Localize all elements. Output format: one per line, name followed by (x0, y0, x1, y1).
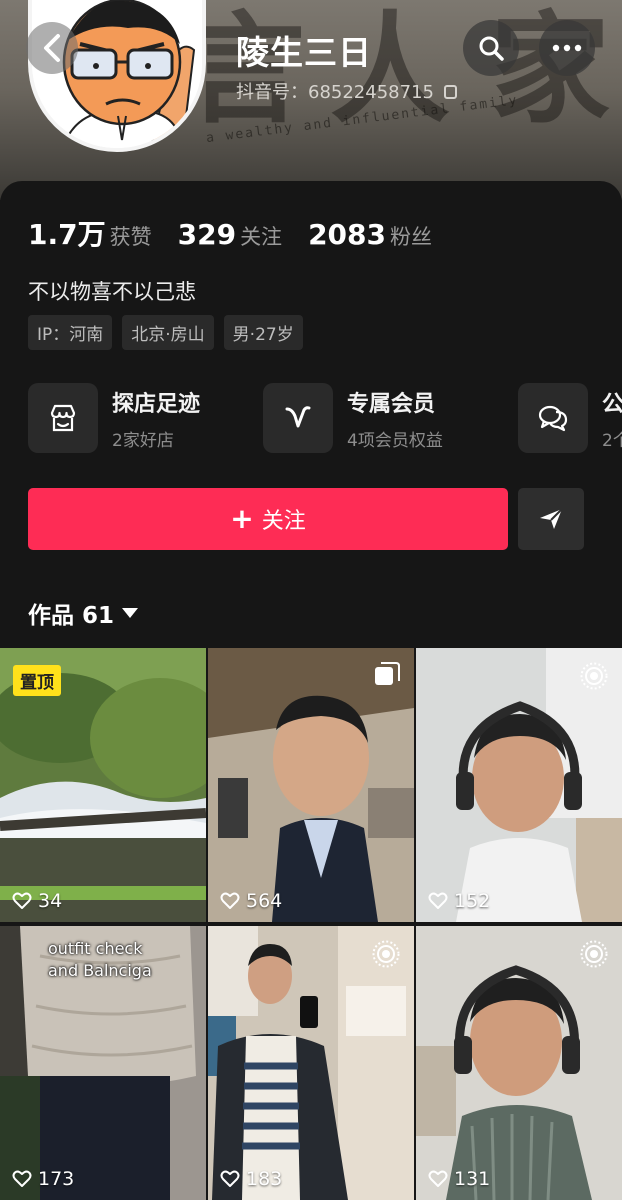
video-grid: 置顶 34 564 152 outfit check and Balnciga … (0, 648, 622, 1200)
profile-tags: IP：河南 北京·房山 男·27岁 (28, 315, 303, 350)
stat-following[interactable]: 329 关注 (178, 218, 282, 251)
heart-icon (12, 892, 32, 909)
likes-count: 131 (454, 1168, 491, 1190)
more-button[interactable] (539, 20, 595, 76)
follow-label: 关注 (261, 509, 306, 534)
service-subtitle: 4项会员权益 (347, 430, 443, 451)
likes-count: 152 (454, 890, 491, 912)
video-tile[interactable]: 183 (208, 926, 414, 1200)
send-icon (540, 508, 563, 529)
v-member-icon (263, 383, 333, 453)
banner-glyph: 家 (490, 0, 610, 146)
heart-icon (428, 892, 448, 909)
service-subtitle: 2个 (602, 430, 622, 451)
caption-line: and Balnciga (48, 961, 152, 980)
stat-followers[interactable]: 2083 粉丝 (308, 218, 432, 251)
caret-down-icon (122, 608, 139, 618)
shop-icon (28, 383, 98, 453)
chevron-left-icon (44, 34, 60, 62)
stat-number: 1.7万 (28, 218, 106, 251)
share-button[interactable] (518, 488, 584, 550)
douyin-id-text: 抖音号：68522458715 (236, 82, 434, 103)
heart-icon (12, 1170, 32, 1187)
live-photo-icon (580, 940, 608, 968)
video-tile[interactable]: 置顶 34 (0, 648, 206, 922)
tag-gender-age: 男·27岁 (223, 315, 303, 350)
follow-button[interactable]: + 关注 (28, 488, 508, 550)
live-photo-icon (580, 662, 608, 690)
stat-number: 2083 (308, 218, 386, 251)
service-title: 公 (602, 391, 622, 417)
more-dots-icon (552, 44, 582, 52)
service-subtitle: 2家好店 (112, 430, 174, 451)
video-caption: outfit check and Balnciga (48, 938, 152, 982)
heart-icon (220, 1170, 240, 1187)
service-membership[interactable]: 专属会员 4项会员权益 (263, 383, 443, 453)
tag-ip: IP：河南 (28, 315, 113, 350)
video-likes: 34 (12, 890, 62, 912)
douyin-id[interactable]: 抖音号：68522458715 (236, 78, 457, 104)
video-tile[interactable]: outfit check and Balnciga 173 (0, 926, 206, 1200)
stat-likes[interactable]: 1.7万 获赞 (28, 213, 152, 253)
profile-info-panel: 1.7万 获赞 329 关注 2083 粉丝 不以物喜不以己悲 IP：河南 北京·房山… (0, 181, 622, 651)
service-title: 探店足迹 (112, 391, 201, 417)
service-group-chat[interactable]: 公 2个 (518, 383, 622, 453)
heart-icon (220, 892, 240, 909)
likes-count: 173 (38, 1168, 75, 1190)
video-likes: 131 (428, 1168, 490, 1190)
stat-label: 粉丝 (390, 225, 432, 249)
search-icon (479, 36, 504, 61)
service-store-visits[interactable]: 探店足迹 2家好店 (28, 383, 200, 453)
chat-icon (518, 383, 588, 453)
tab-works[interactable]: 作品 61 (28, 596, 139, 630)
profile-bio: 不以物喜不以己悲 (28, 280, 196, 304)
profile-stats: 1.7万 获赞 329 关注 2083 粉丝 (28, 213, 432, 253)
service-row: 探店足迹 2家好店 专属会员 4项会员权益 公 2个 (28, 383, 622, 455)
caption-line: outfit check (48, 939, 143, 958)
video-tile[interactable]: 564 (208, 648, 414, 922)
video-tile[interactable]: 152 (416, 648, 622, 922)
likes-count: 34 (38, 890, 63, 912)
plus-icon: + (230, 502, 254, 535)
video-likes: 564 (220, 890, 282, 912)
stat-label: 获赞 (109, 225, 152, 249)
stat-label: 关注 (240, 225, 283, 249)
video-likes: 173 (12, 1168, 74, 1190)
service-title: 专属会员 (347, 391, 436, 417)
multi-image-icon (375, 662, 400, 685)
copy-icon[interactable] (443, 85, 457, 99)
stat-number: 329 (177, 218, 237, 251)
works-tab-label: 作品 61 (28, 603, 115, 629)
video-tile[interactable]: 131 (416, 926, 622, 1200)
video-thumbnail (208, 648, 414, 922)
live-photo-icon (372, 940, 400, 968)
profile-nickname: 陵生三日 (236, 33, 372, 72)
back-button[interactable] (26, 22, 78, 74)
likes-count: 183 (246, 1168, 283, 1190)
likes-count: 564 (246, 890, 283, 912)
pinned-badge: 置顶 (13, 665, 61, 696)
search-button[interactable] (463, 20, 519, 76)
video-likes: 152 (428, 890, 490, 912)
video-likes: 183 (220, 1168, 282, 1190)
tag-location: 北京·房山 (122, 315, 214, 350)
heart-icon (428, 1170, 448, 1187)
